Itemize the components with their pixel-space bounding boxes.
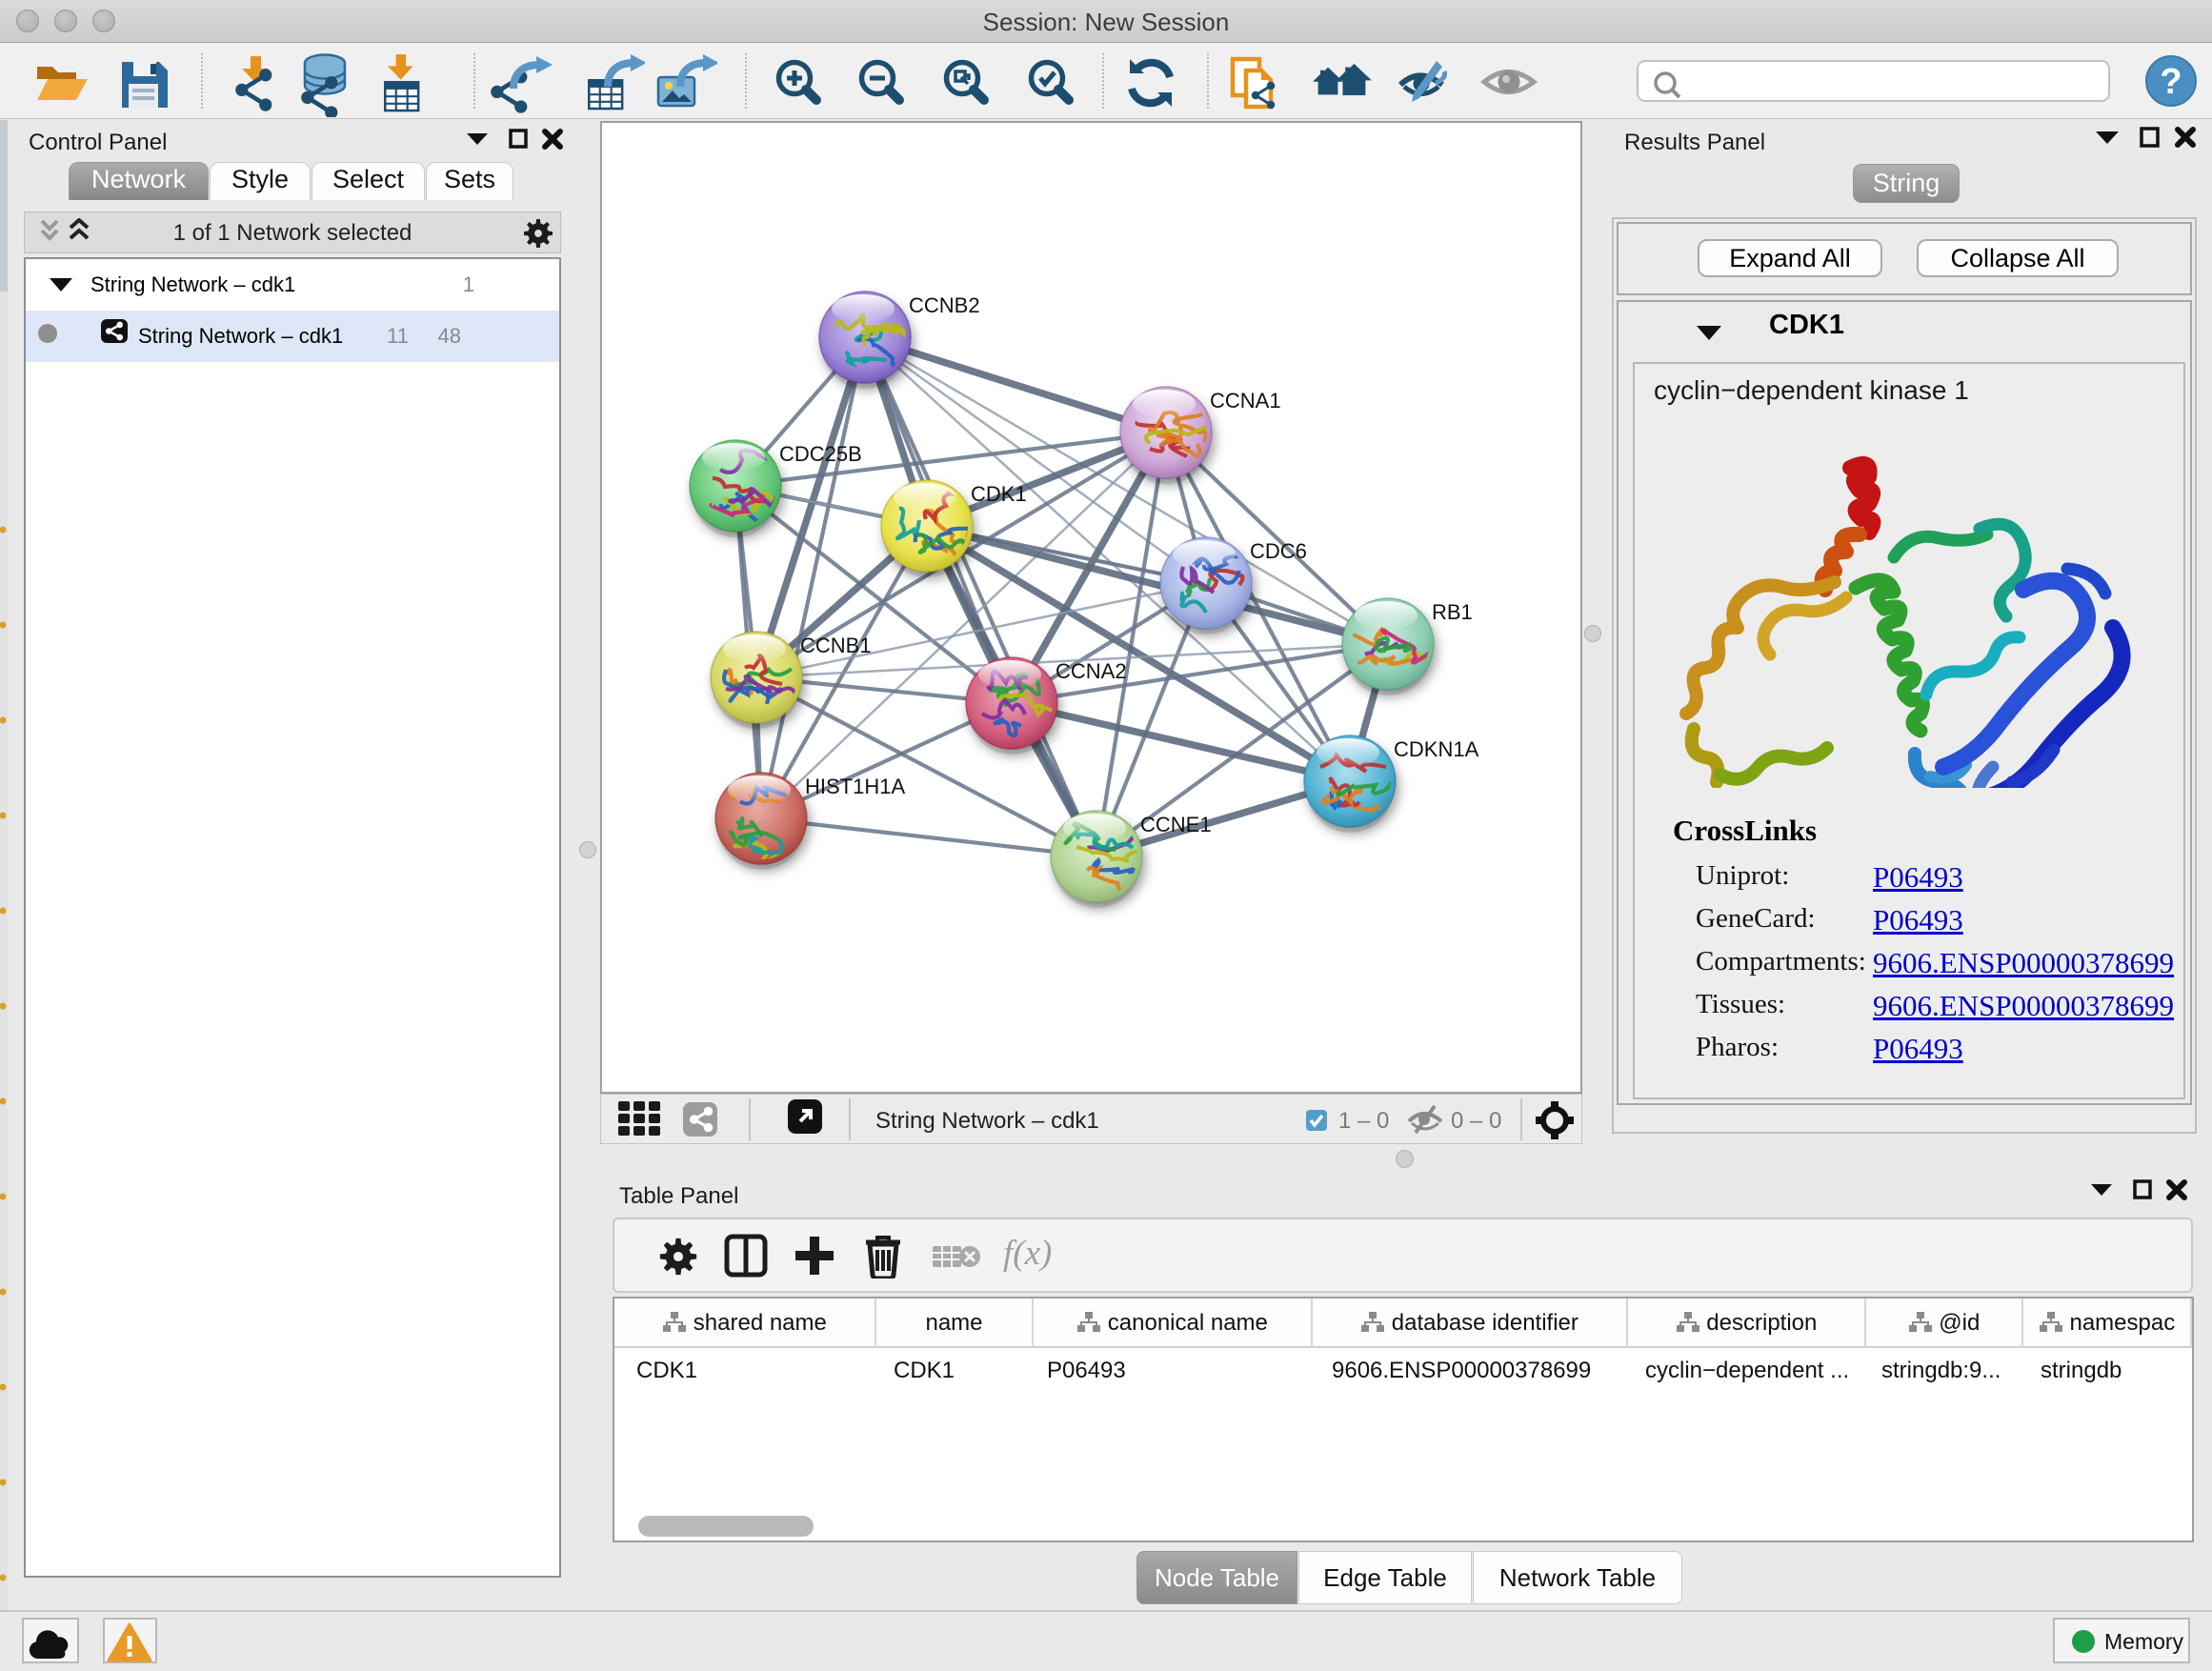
svg-text:CDC25B: CDC25B [779, 442, 862, 466]
svg-text:CDKN1A: CDKN1A [1394, 737, 1479, 761]
svg-text:HIST1H1A: HIST1H1A [805, 775, 905, 798]
svg-text:CDK1: CDK1 [971, 482, 1027, 506]
svg-text:CCNB2: CCNB2 [909, 293, 980, 317]
svg-text:CCNB1: CCNB1 [800, 634, 872, 657]
svg-text:CCNA2: CCNA2 [1056, 659, 1127, 683]
svg-text:RB1: RB1 [1432, 600, 1473, 624]
svg-text:?: ? [2160, 62, 2182, 102]
svg-text:CCNE1: CCNE1 [1140, 813, 1212, 836]
svg-text:CCNA1: CCNA1 [1210, 389, 1281, 413]
svg-text:CDC6: CDC6 [1250, 539, 1307, 563]
